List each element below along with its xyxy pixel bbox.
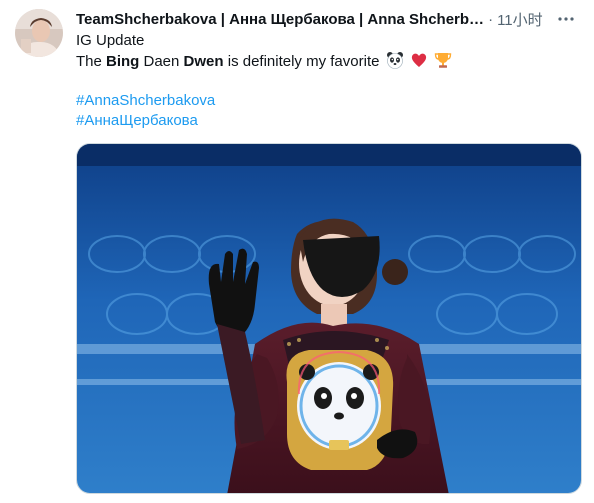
separator-dot: · — [488, 10, 494, 28]
timestamp[interactable]: 11小时 — [497, 9, 543, 30]
avatar-photo — [15, 9, 63, 57]
skater-with-mascot-photo — [77, 144, 581, 493]
hashtag-anna-shcherbakova-latin[interactable]: #AnnaShcherbakova — [76, 91, 576, 111]
tweet-header: TeamShcherbakova | Анна Щербакова | Anna… — [76, 9, 578, 29]
bold-word-bing: Bing — [106, 53, 140, 70]
author-name[interactable]: TeamShcherbakova | Анна Щербакова | Anna… — [76, 11, 484, 28]
bold-word-dwen: Dwen — [183, 53, 224, 70]
trophy-icon — [434, 51, 452, 75]
text-line-favorite: The Bing Daen Dwen is definitely my favo… — [76, 51, 576, 71]
text-line-ig-update: IG Update — [76, 32, 145, 49]
hashtag-anna-shcherbakova-cyrillic[interactable]: #АннаЩербакова — [76, 111, 576, 131]
tweet-media-photo[interactable] — [76, 143, 582, 494]
tweet-card[interactable]: TeamShcherbakova | Анна Щербакова | Anna… — [0, 0, 594, 503]
avatar[interactable] — [15, 9, 63, 57]
red-heart-icon — [410, 51, 428, 75]
tweet-text: IG Update The Bing Daen Dwen is definite… — [76, 31, 576, 131]
panda-face-icon — [386, 51, 404, 75]
more-dots-icon[interactable] — [554, 9, 578, 29]
